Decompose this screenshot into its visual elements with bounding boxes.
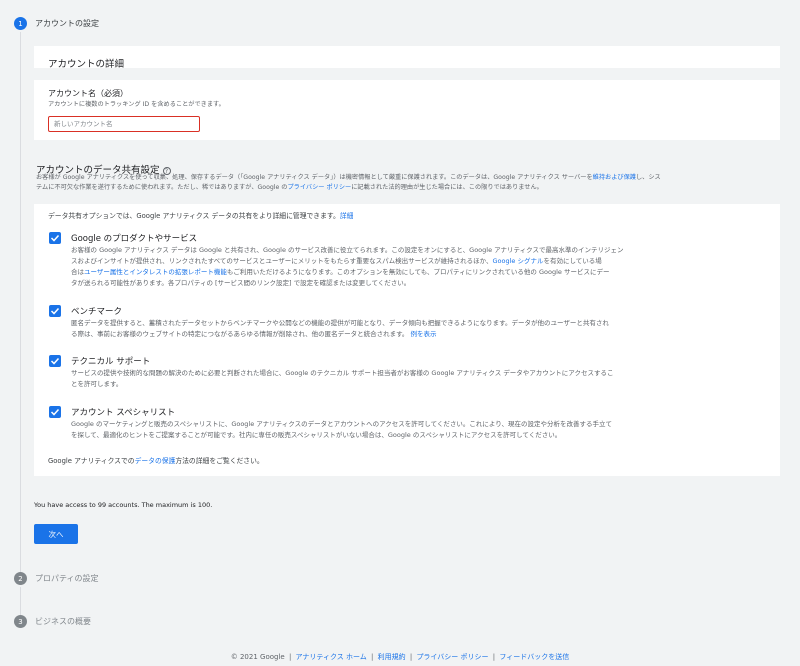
option-account-specialists-desc: Google のマーケティングと販売のスペシャリストに、Google アナリティ…	[71, 420, 612, 439]
option-benchmarking-desc: 匿名データを提供すると、蓄積されたデータセットからベンチマークや公開などの機能の…	[71, 319, 609, 338]
check-icon	[50, 307, 60, 315]
step-number: 2	[14, 572, 27, 585]
option-technical-support-desc: サービスの提供や技術的な問題の解決のために必要と判断された場合に、Google …	[71, 369, 614, 388]
checkbox-account-specialists[interactable]	[49, 406, 61, 418]
check-icon	[50, 234, 60, 242]
account-details-title: アカウントの詳細	[48, 59, 125, 70]
show-example-link[interactable]: 例を表示	[411, 330, 437, 338]
privacy-policy-link[interactable]: プライバシー ポリシー	[287, 184, 351, 191]
check-icon	[50, 357, 60, 365]
next-button[interactable]: 次へ	[34, 524, 78, 544]
learn-more-link[interactable]: 詳細	[340, 212, 354, 220]
option-google-products-desc: お客様の Google アナリティクス データは Google と共有され、Go…	[71, 246, 624, 287]
feedback-link[interactable]: フィードバックを送信	[499, 653, 569, 661]
account-name-title: アカウント名（必須）	[48, 89, 128, 98]
account-name-hint: アカウントに複数のトラッキング ID を含めることができます。	[48, 101, 225, 108]
maintain-protect-link[interactable]: 維持および保護	[593, 174, 636, 181]
step-label: アカウントの設定	[35, 19, 99, 28]
account-name-input[interactable]: 新しいアカウント名	[48, 116, 200, 132]
step-label: ビジネスの概要	[35, 617, 91, 626]
checkbox-benchmarking[interactable]	[49, 305, 61, 317]
analytics-home-link[interactable]: アナリティクス ホーム	[296, 653, 367, 661]
data-sharing-desc: お客様が Google アナリティクスを使って収集、処理、保存するデータ（「Go…	[36, 174, 661, 191]
page-footer: © 2021 Google | アナリティクス ホーム | 利用規約 | プライ…	[230, 653, 570, 661]
checkbox-technical-support[interactable]	[49, 355, 61, 367]
privacy-link[interactable]: プライバシー ポリシー	[416, 653, 488, 661]
demographics-report-link[interactable]: ユーザー属性とインタレストの拡張レポート機能	[84, 268, 227, 276]
step-label: プロパティの設定	[35, 574, 99, 583]
step-2[interactable]: 2 プロパティの設定	[14, 572, 99, 585]
google-signals-link[interactable]: Google シグナル	[492, 257, 543, 265]
terms-link[interactable]: 利用規約	[378, 653, 406, 661]
step-1[interactable]: 1 アカウントの設定	[14, 17, 99, 30]
option-technical-support-title: テクニカル サポート	[71, 357, 151, 367]
account-details-card	[34, 46, 780, 68]
checkbox-google-products[interactable]	[49, 232, 61, 244]
data-sharing-intro: データ共有オプションでは、Google アナリティクス データの共有をより詳細に…	[48, 212, 354, 220]
data-protection-link[interactable]: データの保護	[135, 457, 176, 465]
step-number: 3	[14, 615, 27, 628]
option-google-products-title: Google のプロダクトやサービス	[71, 234, 198, 244]
check-icon	[50, 408, 60, 416]
step-number: 1	[14, 17, 27, 30]
access-note: You have access to 99 accounts. The maxi…	[34, 501, 213, 509]
option-benchmarking-title: ベンチマーク	[71, 307, 123, 317]
option-account-specialists-title: アカウント スペシャリスト	[71, 408, 176, 418]
step-connector	[20, 32, 21, 572]
step-connector	[20, 587, 21, 615]
step-3[interactable]: 3 ビジネスの概要	[14, 615, 91, 628]
data-protection-note: Google アナリティクスでのデータの保護方法の詳細をご覧ください。	[48, 457, 264, 465]
copyright: © 2021 Google	[230, 653, 285, 661]
